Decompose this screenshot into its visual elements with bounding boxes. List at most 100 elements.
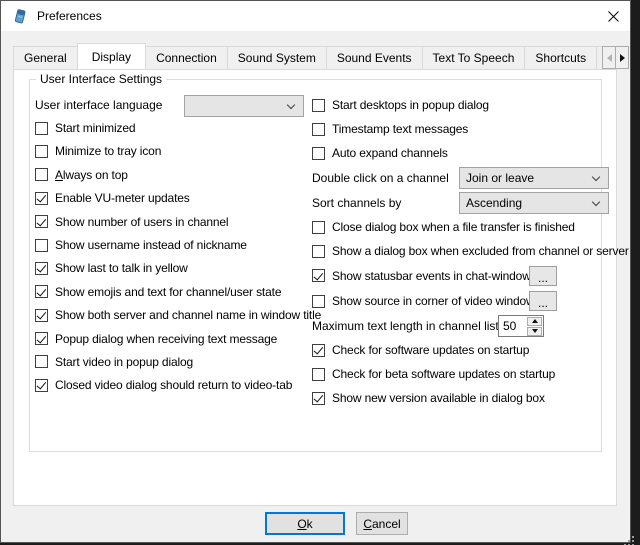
checkbox-label: Show source in corner of video window bbox=[332, 294, 535, 308]
checkbox[interactable] bbox=[312, 295, 325, 308]
checkbox[interactable] bbox=[312, 368, 325, 381]
checkbox-row[interactable]: Start desktops in popup dialog bbox=[312, 93, 616, 117]
checkbox[interactable] bbox=[35, 192, 48, 205]
statusbar-events-ellipsis-button[interactable]: ... bbox=[529, 266, 557, 286]
cancel-button[interactable]: Cancel bbox=[356, 512, 408, 535]
group-title: User Interface Settings bbox=[36, 72, 166, 86]
checkbox[interactable] bbox=[35, 332, 48, 345]
checkbox[interactable] bbox=[312, 99, 325, 112]
arrow-down-icon bbox=[532, 329, 538, 333]
double-click-row: Double click on a channel Join or leave bbox=[312, 165, 616, 190]
checkbox-label: Show emojis and text for channel/user st… bbox=[55, 285, 281, 299]
checkbox[interactable] bbox=[312, 269, 325, 282]
checkbox-label: Show number of users in channel bbox=[55, 215, 228, 229]
close-icon bbox=[608, 11, 619, 22]
checkbox-label: Show both server and channel name in win… bbox=[55, 308, 321, 322]
tab[interactable]: Sound Events bbox=[326, 46, 423, 69]
ok-button[interactable]: Ok bbox=[265, 512, 345, 535]
spinbox-value: 50 bbox=[499, 316, 527, 336]
checkbox[interactable] bbox=[312, 123, 325, 136]
statusbar-events-row[interactable]: Show statusbar events in chat-window ... bbox=[312, 263, 616, 288]
tab-label: Display bbox=[92, 50, 131, 64]
language-row: User interface language bbox=[35, 93, 312, 116]
left-column: User interface language Start minimized … bbox=[35, 93, 312, 397]
spin-up-button[interactable] bbox=[527, 317, 542, 326]
video-source-ellipsis-button[interactable]: ... bbox=[529, 291, 557, 311]
checkbox-label: Show new version available in dialog box bbox=[332, 391, 545, 405]
app-icon bbox=[12, 8, 28, 24]
checkbox[interactable] bbox=[35, 309, 48, 322]
checkbox-row[interactable]: Start video in popup dialog bbox=[35, 350, 312, 373]
checkbox-label: Show last to talk in yellow bbox=[55, 261, 188, 275]
language-label: User interface language bbox=[35, 98, 162, 112]
tab-scroll-left-button[interactable] bbox=[602, 46, 616, 69]
checkbox[interactable] bbox=[35, 285, 48, 298]
tab-scroll-right-button[interactable] bbox=[615, 46, 629, 69]
arrow-left-icon bbox=[607, 54, 612, 62]
checkbox[interactable] bbox=[35, 239, 48, 252]
max-text-length-row: Maximum text length in channel list 50 bbox=[312, 314, 616, 338]
checkbox[interactable] bbox=[35, 168, 48, 181]
checkbox-row[interactable]: Show new version available in dialog box bbox=[312, 386, 616, 410]
checkbox-label: Closed video dialog should return to vid… bbox=[55, 378, 292, 392]
tab[interactable]: General bbox=[13, 46, 78, 69]
checkbox-row[interactable]: Enable VU-meter updates bbox=[35, 187, 312, 210]
checkbox-row[interactable]: Show both server and channel name in win… bbox=[35, 304, 312, 327]
tab[interactable]: Sound System bbox=[227, 46, 327, 69]
tab-label: Text To Speech bbox=[433, 51, 515, 65]
checkbox-label: Enable VU-meter updates bbox=[55, 191, 190, 205]
checkbox-row[interactable]: Check for beta software updates on start… bbox=[312, 362, 616, 386]
resize-grip[interactable] bbox=[624, 536, 626, 538]
right-bottom-checkbox-list: Check for software updates on startup Ch… bbox=[312, 338, 616, 410]
tab-label: Sound Events bbox=[337, 51, 412, 65]
tab[interactable]: Connection bbox=[145, 46, 228, 69]
checkbox-row[interactable]: Auto expand channels bbox=[312, 141, 616, 165]
checkbox-row[interactable]: Show last to talk in yellow bbox=[35, 257, 312, 280]
checkbox[interactable] bbox=[312, 392, 325, 405]
display-tab-page: User Interface Settings User interface l… bbox=[13, 69, 617, 506]
checkbox-row[interactable]: Always on top bbox=[35, 163, 312, 186]
checkbox[interactable] bbox=[35, 379, 48, 392]
language-combobox[interactable] bbox=[184, 95, 304, 117]
checkbox-row[interactable]: Show emojis and text for channel/user st… bbox=[35, 280, 312, 303]
tab[interactable]: Text To Speech bbox=[422, 46, 526, 69]
checkbox-row[interactable]: Timestamp text messages bbox=[312, 117, 616, 141]
checkbox-label: Show a dialog box when excluded from cha… bbox=[332, 244, 629, 258]
checkbox[interactable] bbox=[312, 221, 325, 234]
sort-channels-row: Sort channels by Ascending bbox=[312, 190, 616, 215]
checkbox[interactable] bbox=[35, 215, 48, 228]
sort-channels-value: Ascending bbox=[466, 196, 522, 210]
checkbox-row[interactable]: Show username instead of nickname bbox=[35, 233, 312, 256]
tab[interactable]: Display bbox=[77, 43, 146, 69]
checkbox-row[interactable]: Minimize to tray icon bbox=[35, 140, 312, 163]
checkbox[interactable] bbox=[35, 145, 48, 158]
close-button[interactable] bbox=[596, 1, 630, 31]
checkbox-label: Show statusbar events in chat-window bbox=[332, 269, 531, 283]
checkbox-row[interactable]: Check for software updates on startup bbox=[312, 338, 616, 362]
spin-down-button[interactable] bbox=[527, 327, 542, 336]
checkbox-row[interactable]: Show number of users in channel bbox=[35, 210, 312, 233]
tab-label: Connection bbox=[156, 51, 217, 65]
checkbox[interactable] bbox=[35, 262, 48, 275]
checkbox-row[interactable]: Start minimized bbox=[35, 116, 312, 139]
checkbox[interactable] bbox=[35, 355, 48, 368]
tab-bar: General Display Connection Sound System … bbox=[13, 41, 629, 69]
checkbox[interactable] bbox=[312, 245, 325, 258]
max-text-length-label: Maximum text length in channel list bbox=[312, 319, 499, 333]
checkbox-row[interactable]: Show a dialog box when excluded from cha… bbox=[312, 239, 616, 263]
checkbox-row[interactable]: Popup dialog when receiving text message bbox=[35, 327, 312, 350]
double-click-combobox[interactable]: Join or leave bbox=[459, 167, 609, 189]
checkbox[interactable] bbox=[312, 344, 325, 357]
checkbox-row[interactable]: Closed video dialog should return to vid… bbox=[35, 374, 312, 397]
tab-scrollers bbox=[603, 46, 629, 69]
tab-label: Shortcuts bbox=[535, 51, 586, 65]
video-source-row[interactable]: Show source in corner of video window ..… bbox=[312, 288, 616, 314]
max-text-length-spinbox[interactable]: 50 bbox=[498, 315, 544, 337]
tab[interactable]: Shortcuts bbox=[524, 46, 597, 69]
arrow-right-icon bbox=[620, 54, 625, 62]
left-checkbox-list: Start minimized Minimize to tray icon Al… bbox=[35, 116, 312, 397]
sort-channels-combobox[interactable]: Ascending bbox=[459, 192, 609, 214]
checkbox-row[interactable]: Close dialog box when a file transfer is… bbox=[312, 215, 616, 239]
checkbox[interactable] bbox=[35, 122, 48, 135]
checkbox[interactable] bbox=[312, 147, 325, 160]
